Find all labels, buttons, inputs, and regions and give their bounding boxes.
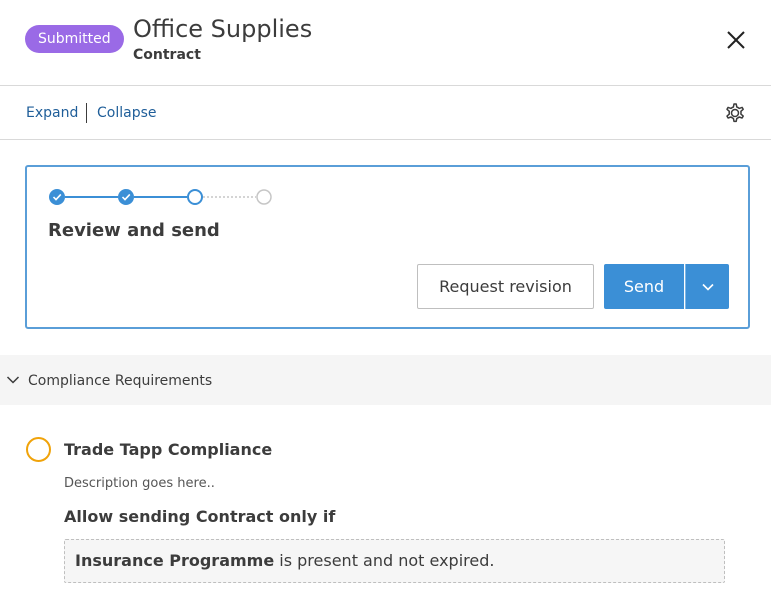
send-options-button[interactable] bbox=[685, 264, 729, 309]
page-subtitle: Contract bbox=[133, 47, 201, 63]
link-separator bbox=[86, 103, 87, 123]
step-progress bbox=[49, 189, 272, 205]
step-completed bbox=[118, 189, 134, 205]
section-label: Compliance Requirements bbox=[28, 373, 213, 389]
request-revision-button[interactable]: Request revision bbox=[417, 264, 594, 309]
close-button[interactable] bbox=[720, 24, 752, 56]
step-current bbox=[187, 189, 203, 205]
pending-status-icon bbox=[26, 437, 51, 462]
step-upcoming bbox=[256, 189, 272, 205]
rule-document-name: Insurance Programme bbox=[75, 551, 275, 570]
collapse-link[interactable]: Collapse bbox=[97, 104, 157, 122]
settings-button[interactable] bbox=[720, 98, 750, 128]
expand-link[interactable]: Expand bbox=[26, 104, 78, 122]
requirement-description: Description goes here.. bbox=[64, 476, 215, 491]
step-completed bbox=[49, 189, 65, 205]
chevron-down-icon bbox=[6, 376, 20, 384]
rule-heading: Allow sending Contract only if bbox=[64, 507, 336, 526]
requirement-title: Trade Tapp Compliance bbox=[64, 440, 273, 459]
section-compliance-requirements[interactable]: Compliance Requirements bbox=[0, 355, 771, 405]
step-title: Review and send bbox=[48, 220, 220, 241]
status-badge: Submitted bbox=[25, 25, 124, 53]
panel-header: Submitted Office Supplies Contract bbox=[0, 0, 771, 86]
workflow-card: Review and send Request revision Send bbox=[25, 165, 750, 329]
chevron-down-icon bbox=[701, 283, 714, 291]
toolbar: Expand Collapse bbox=[0, 86, 771, 140]
page-title: Office Supplies bbox=[133, 15, 313, 43]
rule-condition-text: is present and not expired. bbox=[274, 551, 495, 570]
rule-condition: Insurance Programme is present and not e… bbox=[64, 539, 725, 583]
send-button[interactable]: Send bbox=[604, 264, 684, 309]
close-icon bbox=[727, 31, 745, 49]
gear-icon bbox=[726, 103, 744, 123]
